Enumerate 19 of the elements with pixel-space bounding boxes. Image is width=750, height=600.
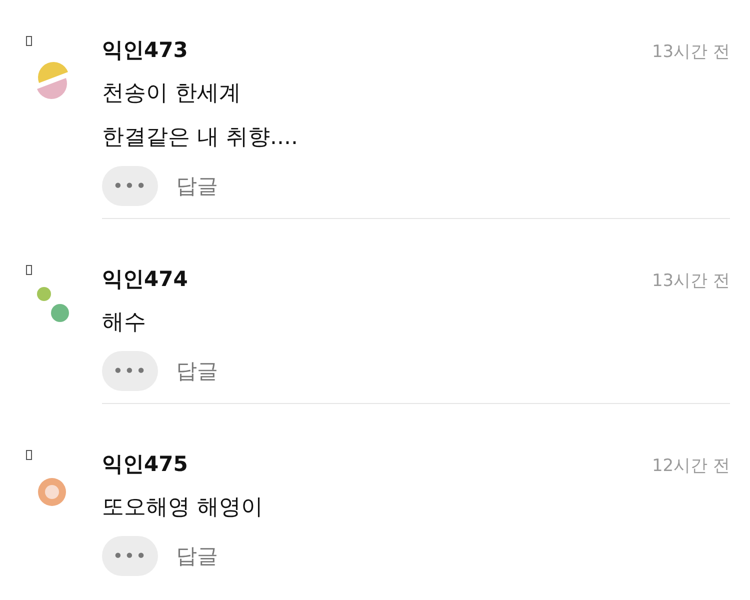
author-name: 익인474 xyxy=(102,266,188,293)
more-button[interactable]: ••• xyxy=(102,166,158,206)
comment-text: 또오해영 해영이 xyxy=(102,494,264,522)
more-button[interactable]: ••• xyxy=(102,536,158,576)
marker-icon xyxy=(26,36,32,46)
reply-button[interactable]: 답글 xyxy=(170,353,224,389)
comment-text: 한결같은 내 취향.... xyxy=(102,124,299,152)
timestamp: 12시간 전 xyxy=(652,455,730,477)
reply-button[interactable]: 답글 xyxy=(170,168,224,204)
author-name: 익인475 xyxy=(102,451,188,478)
author-name: 익인473 xyxy=(102,37,188,64)
timestamp: 13시간 전 xyxy=(652,41,730,63)
comment-text: 천송이 한세계 xyxy=(102,80,242,108)
more-button[interactable]: ••• xyxy=(102,351,158,391)
reply-button[interactable]: 답글 xyxy=(170,538,224,574)
timestamp: 13시간 전 xyxy=(652,270,730,292)
comment-text: 해수 xyxy=(102,309,147,337)
marker-icon xyxy=(26,450,32,460)
marker-icon xyxy=(26,265,32,275)
